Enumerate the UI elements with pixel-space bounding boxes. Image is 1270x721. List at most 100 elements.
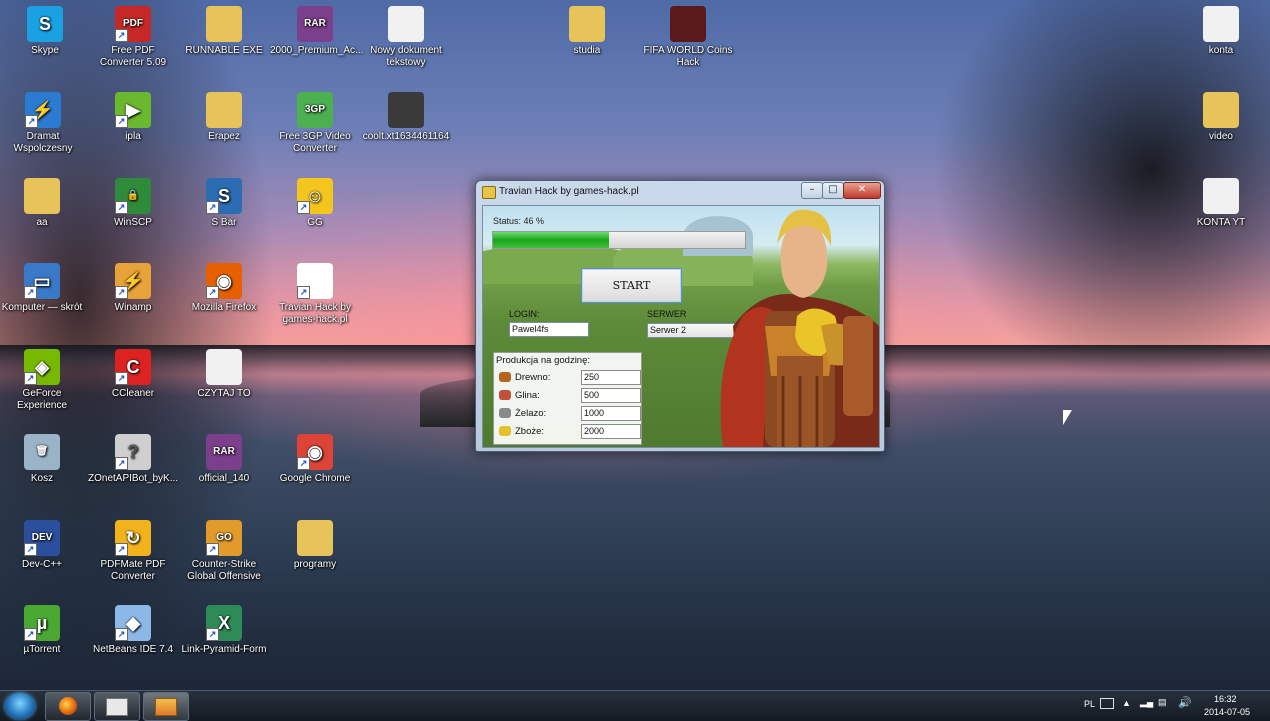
desktop-icon-aa[interactable]: aa xyxy=(0,178,87,229)
travian-icon: ↗ xyxy=(297,263,333,299)
skype-icon: S xyxy=(27,6,63,42)
desktop-icon-label: programy xyxy=(293,559,337,570)
show-hidden-icons-chevron-up-icon[interactable]: ▲ xyxy=(1122,698,1131,708)
desktop-icon-free-pdf[interactable]: PDF ↗ Free PDF Converter 5.09 xyxy=(88,6,178,69)
resource-value-input[interactable]: 1000 xyxy=(581,406,641,421)
winscp-icon: 🔒 ↗ xyxy=(115,178,151,214)
network-signal-icon[interactable]: ▂▄ xyxy=(1140,697,1153,708)
dramat-icon: ⚡ ↗ xyxy=(25,92,61,128)
desktop-icon-skype[interactable]: S Skype xyxy=(0,6,90,57)
production-panel: Produkcja na godzinę: Drewno: 250 Glina: 50… xyxy=(493,352,642,445)
window-titlebar[interactable]: Travian Hack by games-hack.pl – □ ✕ xyxy=(476,181,884,203)
desktop-icon-pdfmate[interactable]: ↻ ↗ PDFMate PDF Converter xyxy=(88,520,178,583)
production-title: Produkcja na godzinę: xyxy=(496,355,591,366)
travian-hack-window[interactable]: Travian Hack by games-hack.pl – □ ✕ Stat… xyxy=(475,180,885,452)
close-button[interactable]: ✕ xyxy=(843,182,881,199)
desktop-icon-programy[interactable]: programy xyxy=(270,520,360,571)
desktop-icon-studia[interactable]: studia xyxy=(542,6,632,57)
desktop-icon-utorrent[interactable]: µ ↗ µTorrent xyxy=(0,605,87,656)
kosz-icon: 🗑 xyxy=(24,434,60,470)
desktop-icon-sbar[interactable]: S ↗ S Bar xyxy=(179,178,269,229)
desktop-icon-label: FIFA WORLD Coins Hack xyxy=(643,45,733,68)
resource-row: Drewno: 250 xyxy=(499,370,641,386)
desktop-icon-chrome[interactable]: ◉ ↗ Google Chrome xyxy=(270,434,360,485)
desktop-icon-label: RUNNABLE EXE xyxy=(185,45,263,56)
desktop-icon-kosz[interactable]: 🗑 Kosz xyxy=(0,434,87,485)
desktop-icon-linkpyr[interactable]: X ↗ Link-Pyramid-Form xyxy=(179,605,269,656)
desktop-icon-firefox[interactable]: ◉ ↗ Mozilla Firefox xyxy=(179,263,269,314)
desktop-icon-devcpp[interactable]: DEV ↗ Dev-C++ xyxy=(0,520,87,571)
desktop-icon-travian[interactable]: ↗ Travian Hack by games-hack.pl xyxy=(270,263,360,326)
desktop-icon-label: video xyxy=(1209,131,1233,142)
desktop-icon-winamp[interactable]: ⚡ ↗ Winamp xyxy=(88,263,178,314)
resource-value-input[interactable]: 2000 xyxy=(581,424,641,439)
keyboard-icon[interactable] xyxy=(1100,698,1114,709)
geforce-icon-glyph: ◈ xyxy=(35,357,49,377)
desktop-icon-winscp[interactable]: 🔒 ↗ WinSCP xyxy=(88,178,178,229)
clock-time[interactable]: 16:32 xyxy=(1214,694,1237,704)
taskbar-explorer[interactable] xyxy=(94,692,140,721)
resource-name: Żelazo: xyxy=(515,408,547,419)
desktop-icon-geforce[interactable]: ◈ ↗ GeForce Experience xyxy=(0,349,87,412)
language-indicator[interactable]: PL xyxy=(1084,699,1095,709)
volume-icon[interactable]: 🔊 xyxy=(1178,696,1192,709)
login-input[interactable]: Pawel4fs xyxy=(509,322,589,337)
utorrent-icon-glyph: µ xyxy=(36,613,48,633)
desktop-icon-czytaj[interactable]: CZYTAJ TO xyxy=(179,349,269,400)
desktop-icon-netbeans[interactable]: ◆ ↗ NetBeans IDE 7.4 xyxy=(88,605,178,656)
desktop-icon-label: aa xyxy=(36,217,48,228)
desktop-icon-ipla[interactable]: ▶ ↗ ipla xyxy=(88,92,178,143)
desktop-icon-csgo[interactable]: GO ↗ Counter-Strike Global Offensive xyxy=(179,520,269,583)
shortcut-arrow-icon: ↗ xyxy=(206,286,219,299)
start-button[interactable]: START xyxy=(581,268,682,303)
taskbar: PL ▲ ▂▄ ▤ 🔊 16:32 2014-07-05 xyxy=(0,690,1270,721)
desktop-icon-label: CZYTAJ TO xyxy=(197,388,251,399)
desktop-icon-video[interactable]: video xyxy=(1176,92,1266,143)
geforce-icon: ◈ ↗ xyxy=(24,349,60,385)
desktop-icon-label: Komputer — skrót xyxy=(1,302,83,313)
desktop-icon-komputer[interactable]: ▭ ↗ Komputer — skrót xyxy=(0,263,87,314)
desktop-icon-label: Counter-Strike Global Offensive xyxy=(187,559,261,582)
shortcut-arrow-icon: ↗ xyxy=(24,628,37,641)
free-pdf-icon: PDF ↗ xyxy=(115,6,151,42)
resource-value-input[interactable]: 250 xyxy=(581,370,641,385)
desktop-icon-fifa[interactable]: FIFA WORLD Coins Hack xyxy=(643,6,733,69)
desktop-icon-ccleaner[interactable]: C ↗ CCleaner xyxy=(88,349,178,400)
desktop-icon-free3gp[interactable]: 3GP Free 3GP Video Converter xyxy=(270,92,360,155)
start-button-windows-icon[interactable] xyxy=(5,693,35,719)
desktop-icon-dramat[interactable]: ⚡ ↗ Dramat Wspolczesny xyxy=(0,92,88,155)
network-icon[interactable]: ▤ xyxy=(1158,697,1167,708)
desktop-icon-premium[interactable]: RAR 2000_Premium_Ac... xyxy=(270,6,364,57)
window-client-area: Status: 46 % START LOGIN: Pawel4fs SERWE… xyxy=(482,205,880,448)
taskbar-travian-hack[interactable] xyxy=(143,692,189,721)
maximize-button[interactable]: □ xyxy=(822,182,844,199)
desktop-icon-konta-yt[interactable]: KONTA YT xyxy=(1176,178,1266,229)
desktop-icon-nowy-dok[interactable]: Nowy dokument tekstowy xyxy=(361,6,451,69)
aa-icon xyxy=(24,178,60,214)
desktop-icon-zonet[interactable]: ? ↗ ZOnetAPIBot_byK... xyxy=(88,434,178,485)
resource-name: Glina: xyxy=(515,390,540,401)
resource-value-input[interactable]: 500 xyxy=(581,388,641,403)
desktop-icon-coolt[interactable]: coolt.xt1634461164 xyxy=(361,92,451,143)
desktop-icon-label: Free 3GP Video Converter xyxy=(279,131,351,154)
taskbar-firefox[interactable] xyxy=(45,692,91,721)
free3gp-icon: 3GP xyxy=(297,92,333,128)
desktop-icon-erapez[interactable]: Erapez xyxy=(179,92,269,143)
zonet-icon-glyph: ? xyxy=(127,442,139,462)
clock-date[interactable]: 2014-07-05 xyxy=(1204,707,1250,717)
desktop-icon-konta[interactable]: konta xyxy=(1176,6,1266,57)
desktop-icon-official[interactable]: RAR official_140 xyxy=(179,434,269,485)
resource-row: Glina: 500 xyxy=(499,388,641,404)
resource-icon xyxy=(499,408,511,418)
desktop-icon-runnable[interactable]: RUNNABLE EXE xyxy=(179,6,269,57)
roman-hero-illustration xyxy=(720,209,879,447)
programy-icon xyxy=(297,520,333,556)
desktop-icon-label: 2000_Premium_Ac... xyxy=(270,45,364,56)
resource-icon xyxy=(499,390,511,400)
winscp-icon-glyph: 🔒 xyxy=(126,190,140,201)
fifa-icon xyxy=(670,6,706,42)
desktop-icon-gg[interactable]: ☺ ↗ GG xyxy=(270,178,360,229)
desktop-icon-label: Erapez xyxy=(208,131,240,142)
minimize-button[interactable]: – xyxy=(801,182,823,199)
resource-row: Zboże: 2000 xyxy=(499,424,641,440)
